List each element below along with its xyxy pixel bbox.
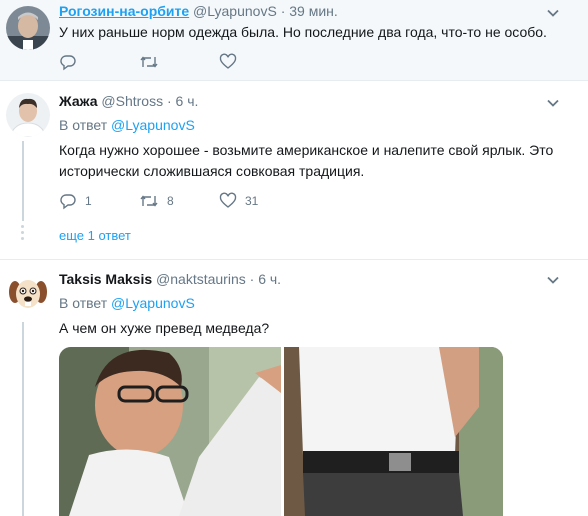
tweet-text: А чем он хуже превед медведа? [59, 320, 270, 336]
like-button[interactable] [219, 53, 299, 71]
reply-mention-link[interactable]: @LyapunovS [111, 117, 195, 133]
chevron-down-icon[interactable] [546, 96, 560, 110]
reply-icon [59, 192, 77, 210]
username[interactable]: @Shtross [101, 93, 163, 109]
tweet-header: Жажа @Shtross · 6 ч. [59, 93, 198, 109]
reply-count: 1 [85, 194, 92, 208]
tweet-header: Рогозин-на-орбите @LyapunovS · 39 мин. [59, 3, 338, 19]
tweet-actions: 1 8 31 [59, 191, 299, 211]
reply-context: В ответ @LyapunovS [59, 295, 195, 311]
tweet-3[interactable]: Taksis Maksis @naktstaurins · 6 ч. В отв… [0, 260, 588, 516]
thread-dots [21, 225, 25, 243]
separator: · [280, 3, 286, 19]
retweet-count: 8 [167, 194, 174, 208]
retweet-button[interactable] [139, 53, 219, 71]
timestamp[interactable]: 6 ч. [258, 271, 281, 287]
tweet-header: Taksis Maksis @naktstaurins · 6 ч. [59, 271, 281, 287]
reply-prefix: В ответ [59, 117, 108, 133]
display-name[interactable]: Taksis Maksis [59, 271, 152, 287]
chevron-down-icon[interactable] [546, 6, 560, 20]
tweet-1[interactable]: Рогозин-на-орбите @LyapunovS · 39 мин. У… [0, 0, 588, 81]
thread-line [22, 322, 24, 516]
retweet-icon [139, 192, 159, 210]
attached-photo[interactable] [59, 347, 503, 516]
heart-icon [219, 192, 237, 210]
reply-icon [59, 53, 77, 71]
reply-prefix: В ответ [59, 295, 108, 311]
username[interactable]: @naktstaurins [156, 271, 246, 287]
tweet-actions [59, 52, 299, 72]
avatar[interactable] [6, 270, 50, 314]
heart-icon [219, 53, 237, 71]
reply-mention-link[interactable]: @LyapunovS [111, 295, 195, 311]
retweet-button[interactable]: 8 [139, 192, 219, 210]
tweet-text: Когда нужно хорошее - возьмите американс… [59, 142, 554, 179]
display-name[interactable]: Жажа [59, 93, 98, 109]
retweet-icon [139, 53, 159, 71]
chevron-down-icon[interactable] [546, 273, 560, 287]
thread-line [22, 141, 24, 221]
timestamp[interactable]: 6 ч. [176, 93, 199, 109]
timestamp[interactable]: 39 мин. [289, 3, 338, 19]
tweet-text: У них раньше норм одежда была. Но послед… [59, 24, 547, 40]
reply-context: В ответ @LyapunovS [59, 117, 195, 133]
like-count: 31 [245, 194, 259, 208]
username[interactable]: @LyapunovS [193, 3, 277, 19]
separator: · [166, 93, 172, 109]
show-more-replies-link[interactable]: еще 1 ответ [59, 228, 131, 243]
separator: · [249, 271, 255, 287]
tweet-2[interactable]: Жажа @Shtross · 6 ч. В ответ @LyapunovS … [0, 81, 588, 260]
avatar[interactable] [6, 6, 50, 50]
avatar[interactable] [6, 93, 50, 137]
display-name[interactable]: Рогозин-на-орбите [59, 3, 189, 19]
reply-button[interactable] [59, 53, 139, 71]
reply-button[interactable]: 1 [59, 192, 139, 210]
like-button[interactable]: 31 [219, 192, 299, 210]
